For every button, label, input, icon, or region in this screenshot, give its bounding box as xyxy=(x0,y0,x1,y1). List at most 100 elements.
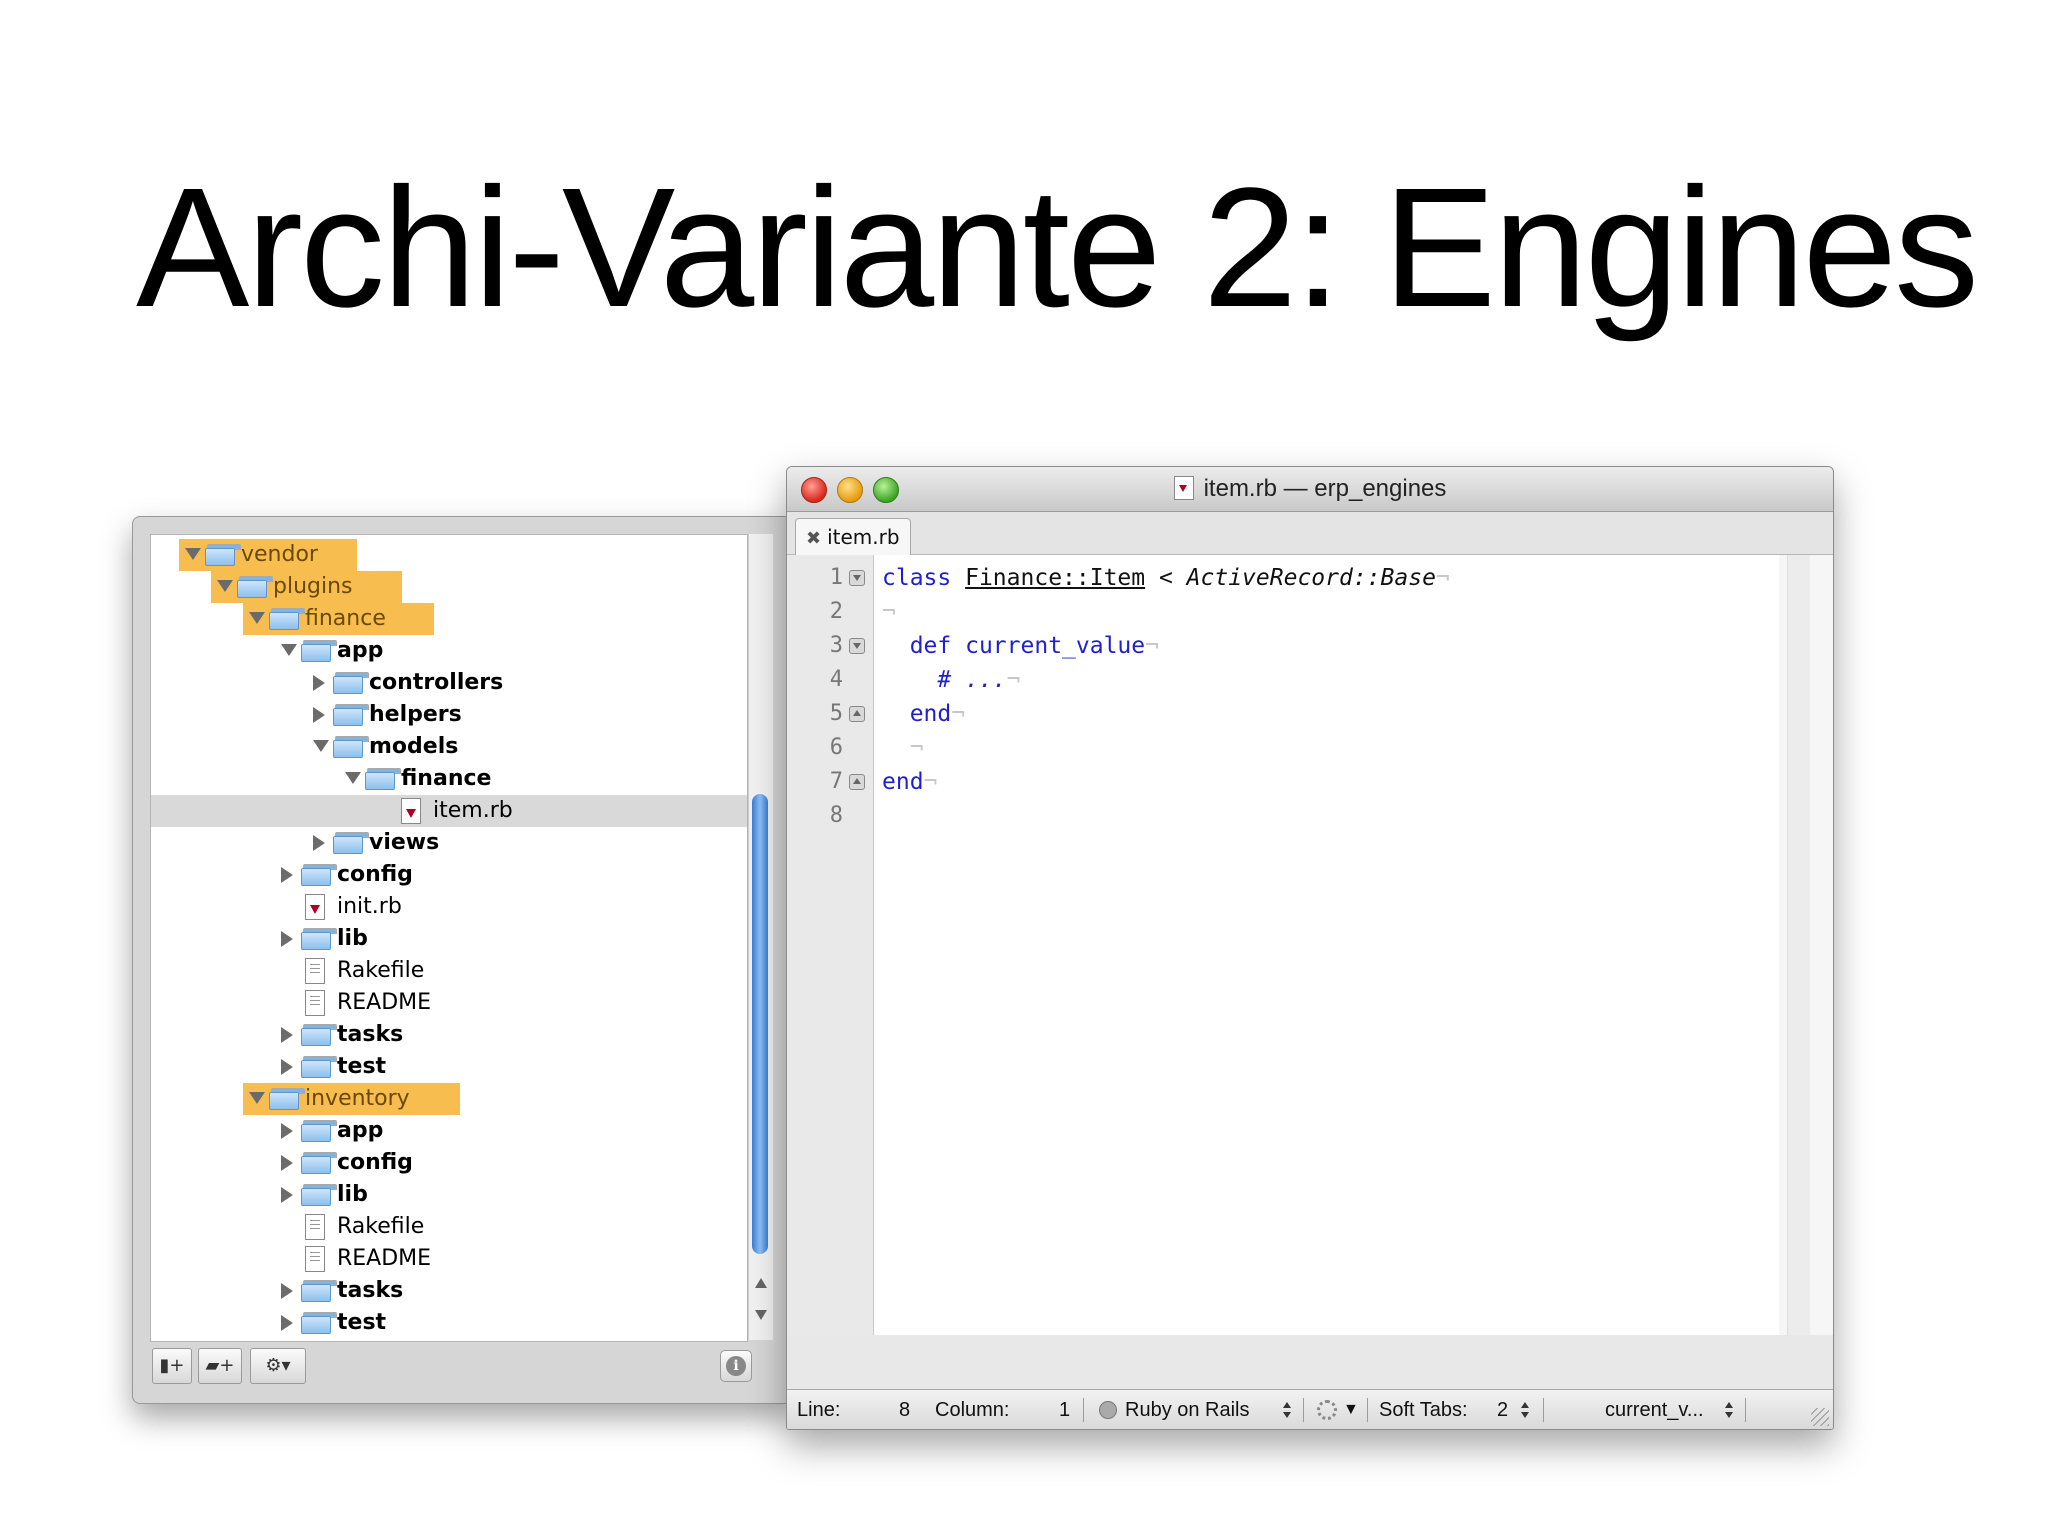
tree-row-label: plugins xyxy=(273,574,353,599)
soft-tabs-value[interactable]: 2 xyxy=(1497,1390,1508,1429)
tree-row-controllers[interactable]: controllers xyxy=(151,667,747,699)
tree-row-init-rb[interactable]: init.rb xyxy=(151,891,747,923)
editor-window: item.rb — erp_engines ✖ item.rb 12345678 … xyxy=(786,466,1834,1430)
status-bar: Line: 8 Column: 1 Ruby on Rails ▼ Soft T… xyxy=(787,1389,1833,1429)
bundle-gear-icon[interactable] xyxy=(1317,1400,1337,1420)
tree-row-rakefile[interactable]: Rakefile xyxy=(151,1211,747,1243)
fold-end-icon[interactable] xyxy=(849,706,865,722)
tree-row-label: config xyxy=(337,862,413,887)
tree-row-helpers[interactable]: helpers xyxy=(151,699,747,731)
code-line-7: end¬ xyxy=(882,769,938,795)
disclosure-open-icon[interactable] xyxy=(281,644,297,656)
disclosure-closed-icon[interactable] xyxy=(281,1123,293,1139)
disclosure-closed-icon[interactable] xyxy=(281,1155,293,1171)
line-number: 7 xyxy=(829,769,843,794)
soft-tabs-stepper-icon[interactable] xyxy=(1521,1402,1529,1418)
tree-row-vendor[interactable]: vendor xyxy=(151,539,747,571)
action-menu-button[interactable]: ⚙▾ xyxy=(250,1348,306,1384)
disclosure-open-icon[interactable] xyxy=(345,772,361,784)
line-number: 3 xyxy=(829,633,843,658)
line-number: 6 xyxy=(829,735,843,760)
line-label: Line: xyxy=(797,1399,841,1421)
tree-row-lib[interactable]: lib xyxy=(151,1179,747,1211)
tree-row-label: app xyxy=(337,638,384,663)
title-bar[interactable]: item.rb — erp_engines xyxy=(787,467,1833,512)
disclosure-open-icon[interactable] xyxy=(249,612,265,624)
disclosure-open-icon[interactable] xyxy=(217,580,233,592)
tree-row-config[interactable]: config xyxy=(151,1147,747,1179)
tree-row-rakefile[interactable]: Rakefile xyxy=(151,955,747,987)
disclosure-open-icon[interactable] xyxy=(313,740,329,752)
tree-row-label: init.rb xyxy=(337,894,402,919)
tree-row-plugins[interactable]: plugins xyxy=(151,571,747,603)
scroll-up-arrow-icon[interactable] xyxy=(755,1278,767,1288)
tree-row-app[interactable]: app xyxy=(151,635,747,667)
tree-row-label: vendor xyxy=(241,542,318,567)
new-file-button[interactable]: ▮+ xyxy=(152,1348,192,1384)
text-file-icon xyxy=(305,1246,325,1272)
bundle-dropdown-icon[interactable]: ▼ xyxy=(1343,1390,1359,1429)
symbol-stepper-icon[interactable] xyxy=(1725,1402,1733,1418)
disclosure-open-icon[interactable] xyxy=(249,1092,265,1104)
soft-tabs-label[interactable]: Soft Tabs: xyxy=(1379,1390,1468,1429)
tree-row-tasks[interactable]: tasks xyxy=(151,1019,747,1051)
fold-start-icon[interactable] xyxy=(849,570,865,586)
editor-scrollbar[interactable] xyxy=(1779,555,1833,1335)
fold-start-icon[interactable] xyxy=(849,638,865,654)
tree-row-finance[interactable]: finance xyxy=(151,603,747,635)
tree-row-models[interactable]: models xyxy=(151,731,747,763)
tree-row-readme[interactable]: README xyxy=(151,987,747,1019)
language-stepper-icon[interactable] xyxy=(1283,1402,1291,1418)
tree-row-label: models xyxy=(369,734,459,759)
tree-row-config[interactable]: config xyxy=(151,859,747,891)
folder-icon xyxy=(301,1184,337,1206)
folder-icon xyxy=(301,1056,337,1078)
code-area[interactable]: class Finance::Item < ActiveRecord::Base… xyxy=(874,555,1779,1335)
scroll-thumb[interactable] xyxy=(752,794,768,1254)
tree-row-lib[interactable]: lib xyxy=(151,923,747,955)
folder-icon xyxy=(301,640,337,662)
folder-icon xyxy=(333,736,369,758)
folder-icon xyxy=(365,768,401,790)
new-file-icon: ▮+ xyxy=(159,1355,185,1376)
tab-item-rb[interactable]: ✖ item.rb xyxy=(795,518,911,555)
disclosure-closed-icon[interactable] xyxy=(281,931,293,947)
folder-icon xyxy=(301,864,337,886)
resize-grip-icon[interactable] xyxy=(1811,1408,1829,1426)
disclosure-closed-icon[interactable] xyxy=(281,1059,293,1075)
info-icon: i xyxy=(726,1356,746,1376)
fold-end-icon[interactable] xyxy=(849,774,865,790)
scroll-down-arrow-icon[interactable] xyxy=(755,1310,767,1320)
symbol-select[interactable]: current_v... xyxy=(1605,1390,1704,1429)
folder-icon xyxy=(301,1152,337,1174)
language-select[interactable]: Ruby on Rails xyxy=(1125,1390,1250,1429)
tree-row-views[interactable]: views xyxy=(151,827,747,859)
column-value: 1 xyxy=(1059,1399,1071,1421)
tree-row-app[interactable]: app xyxy=(151,1115,747,1147)
info-button[interactable]: i xyxy=(720,1350,752,1382)
disclosure-closed-icon[interactable] xyxy=(281,1283,293,1299)
disclosure-closed-icon[interactable] xyxy=(281,1315,293,1331)
tree-row-label: views xyxy=(369,830,440,855)
disclosure-closed-icon[interactable] xyxy=(281,1027,293,1043)
disclosure-closed-icon[interactable] xyxy=(313,675,325,691)
tree-row-test[interactable]: test xyxy=(151,1307,747,1339)
gear-icon: ⚙▾ xyxy=(265,1355,291,1376)
tree-row-tasks[interactable]: tasks xyxy=(151,1275,747,1307)
tree-row-inventory[interactable]: inventory xyxy=(151,1083,747,1115)
new-folder-button[interactable]: ▰+ xyxy=(198,1348,242,1384)
drawer-scrollbar[interactable] xyxy=(748,534,773,1340)
close-tab-icon[interactable]: ✖ xyxy=(806,528,821,549)
tree-row-finance[interactable]: finance xyxy=(151,763,747,795)
tree-row-readme[interactable]: README xyxy=(151,1243,747,1275)
tab-bar: ✖ item.rb xyxy=(787,512,1833,555)
disclosure-closed-icon[interactable] xyxy=(281,1187,293,1203)
disclosure-closed-icon[interactable] xyxy=(313,707,325,723)
disclosure-closed-icon[interactable] xyxy=(281,867,293,883)
folder-icon xyxy=(301,1024,337,1046)
disclosure-closed-icon[interactable] xyxy=(313,835,325,851)
tree-row-test[interactable]: test xyxy=(151,1051,747,1083)
disclosure-open-icon[interactable] xyxy=(185,548,201,560)
tree-row-item-rb[interactable]: item.rb xyxy=(151,795,747,827)
editor-scroll-track[interactable] xyxy=(1787,555,1810,1335)
